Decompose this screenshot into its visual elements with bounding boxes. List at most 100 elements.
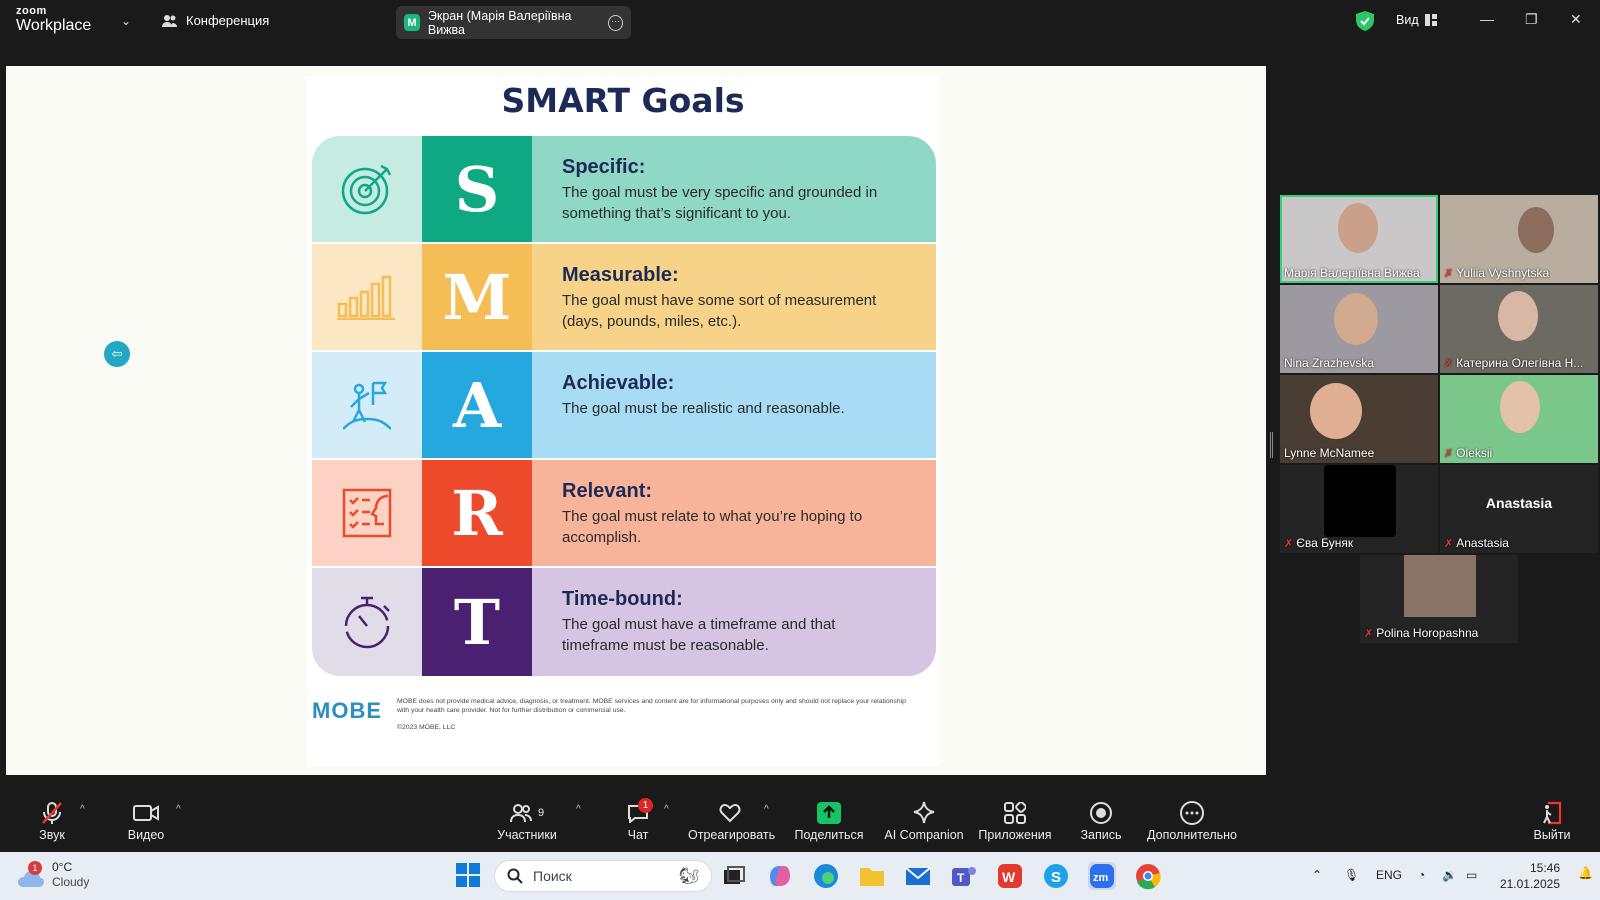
heading-relevant: Relevant: <box>562 480 653 502</box>
video-tile[interactable]: ✗ Polina Horopashna <box>1360 555 1518 643</box>
leave-button[interactable]: Выйти <box>1530 800 1574 842</box>
video-label: Видео <box>127 828 165 842</box>
audio-button[interactable]: Звук <box>30 800 74 842</box>
apps-label: Приложения <box>978 828 1052 842</box>
smart-goals-poster: SMART Goals S Specific: The goal must be… <box>307 76 939 766</box>
letter-t: T <box>422 568 532 676</box>
video-tile[interactable]: Anastasia ✗ Anastasia <box>1440 465 1598 553</box>
more-options-icon[interactable]: ··· <box>607 14 623 31</box>
copilot-icon[interactable] <box>766 862 794 890</box>
share-pill[interactable]: M Экран (Марія Валеріївна Вижва ··· <box>396 6 631 39</box>
view-label: Вид <box>1396 13 1419 27</box>
task-view-icon[interactable] <box>720 862 748 890</box>
video-tile[interactable]: Lynne McNamee <box>1280 375 1438 463</box>
video-tile[interactable]: ✗ Катерина Олегівна Н... <box>1440 285 1598 373</box>
participant-video <box>1518 207 1554 253</box>
text-time-bound: Time-bound: The goal must have a timefra… <box>532 568 936 676</box>
video-tile[interactable]: ✗ Єва Буняк <box>1280 465 1438 553</box>
edge-browser-icon[interactable] <box>812 862 840 890</box>
microphone-tray-icon[interactable]: 🎙 <box>1344 868 1359 882</box>
wifi-icon[interactable]: ◔ <box>1418 868 1425 882</box>
meeting-toolbar: Звук ^ Видео ^ 9 Участники ^ 1 Чат ^ Отр… <box>0 790 1600 852</box>
wps-office-icon[interactable]: W <box>996 862 1024 890</box>
view-button[interactable]: Вид <box>1396 13 1437 27</box>
chat-button[interactable]: 1 Чат <box>620 798 656 842</box>
more-icon <box>1146 800 1238 826</box>
cloud-icon: 1 <box>18 861 44 887</box>
notification-bell-icon[interactable]: 🔔 <box>1578 866 1593 880</box>
restore-icon[interactable]: ❐ <box>1525 11 1538 28</box>
show-hidden-icons-icon[interactable]: ⌃ <box>1312 868 1322 882</box>
chrome-icon[interactable] <box>1134 862 1162 890</box>
zoom-logo[interactable]: zoom Workplace <box>16 6 91 34</box>
chat-icon: 1 <box>620 798 656 826</box>
more-button[interactable]: Дополнительно <box>1146 800 1238 842</box>
participants-options-caret-icon[interactable]: ^ <box>576 804 581 815</box>
participant-name: ✗ Anastasia <box>1444 536 1509 550</box>
system-clock[interactable]: 15:46 21.01.2025 <box>1496 860 1560 892</box>
file-explorer-icon[interactable] <box>858 862 886 890</box>
target-icon <box>312 136 422 242</box>
row-time-bound: T Time-bound: The goal must have a timef… <box>312 568 936 676</box>
letter-a: A <box>422 352 532 458</box>
participant-name: ✗ Oleksii <box>1444 446 1492 460</box>
desc-time-bound: The goal must have a timeframe and that … <box>562 616 836 654</box>
weather-widget[interactable]: 1 0°C Cloudy <box>18 860 89 890</box>
skype-icon[interactable]: S <box>1042 862 1070 890</box>
heading-specific: Specific: <box>562 156 646 178</box>
text-relevant: Relevant: The goal must relate to what y… <box>532 460 936 566</box>
heading-time-bound: Time-bound: <box>562 588 683 610</box>
weather-badge: 1 <box>28 861 42 875</box>
participant-name-label: Yuliia Vyshnytska <box>1456 266 1550 280</box>
ai-companion-button[interactable]: AI Companion <box>884 800 964 842</box>
video-tile[interactable]: Nina Zrazhevska <box>1280 285 1438 373</box>
zoom-app-icon[interactable]: zm <box>1088 862 1116 890</box>
participant-video <box>1324 465 1396 537</box>
minimize-icon[interactable]: — <box>1480 11 1494 27</box>
leave-door-icon <box>1530 800 1574 826</box>
video-tile[interactable]: Марія Валеріївна Вижва <box>1280 195 1438 283</box>
share-button[interactable]: Поделиться <box>794 800 864 842</box>
participants-button[interactable]: 9 Участники <box>492 800 562 842</box>
shield-icon[interactable] <box>1356 11 1374 31</box>
letter-m: M <box>422 244 532 350</box>
copyright: ©2023 MOBE, LLC <box>397 724 456 731</box>
language-indicator[interactable]: ENG <box>1376 868 1402 882</box>
mail-icon[interactable] <box>904 862 932 890</box>
share-label: Поделиться <box>794 828 864 842</box>
record-button[interactable]: Запись <box>1078 800 1124 842</box>
row-achievable: A Achievable: The goal must be realistic… <box>312 352 936 460</box>
video-tile[interactable]: ✗ Yuliia Vyshnytska <box>1440 195 1598 283</box>
audio-options-caret-icon[interactable]: ^ <box>80 804 85 815</box>
video-tile[interactable]: ✗ Oleksii <box>1440 375 1598 463</box>
shared-screen: ⇦ SMART Goals S Specific: The goal must … <box>6 66 1266 775</box>
taskbar-search[interactable]: Поиск 🐿 <box>494 860 712 892</box>
mobe-logo: MOBE <box>312 698 382 723</box>
volume-icon[interactable]: 🔉 <box>1442 868 1457 882</box>
react-options-caret-icon[interactable]: ^ <box>764 804 769 815</box>
close-icon[interactable]: ✕ <box>1570 11 1582 28</box>
mic-muted-icon: ✗ <box>1444 357 1454 370</box>
participant-video <box>1334 293 1378 345</box>
participant-name: Марія Валеріївна Вижва <box>1284 266 1420 280</box>
chevron-down-icon[interactable]: ⌄ <box>121 14 131 28</box>
video-button[interactable]: Видео <box>124 800 168 842</box>
meeting-menu-button[interactable]: Конференция <box>162 13 269 28</box>
desc-measurable: The goal must have some sort of measurem… <box>562 292 877 330</box>
back-arrow-icon[interactable]: ⇦ <box>104 341 130 367</box>
gallery-resize-handle[interactable] <box>1270 432 1273 458</box>
teams-icon[interactable]: T <box>950 862 978 890</box>
title-bar: zoom Workplace ⌄ Конференция M Экран (Ма… <box>0 0 1600 43</box>
react-button[interactable]: Отреагировать <box>688 800 776 842</box>
chat-badge: 1 <box>638 798 653 813</box>
record-label: Запись <box>1080 828 1122 842</box>
chat-options-caret-icon[interactable]: ^ <box>664 804 669 815</box>
video-options-caret-icon[interactable]: ^ <box>176 804 181 815</box>
react-label: Отреагировать <box>688 828 776 842</box>
participant-name-label: Nina Zrazhevska <box>1284 356 1375 370</box>
windows-start-icon[interactable] <box>455 862 483 890</box>
battery-icon[interactable]: ▭ <box>1466 868 1477 882</box>
search-highlight-icon: 🐿 <box>678 868 699 885</box>
apps-button[interactable]: Приложения <box>978 800 1052 842</box>
audio-label: Звук <box>39 828 65 842</box>
